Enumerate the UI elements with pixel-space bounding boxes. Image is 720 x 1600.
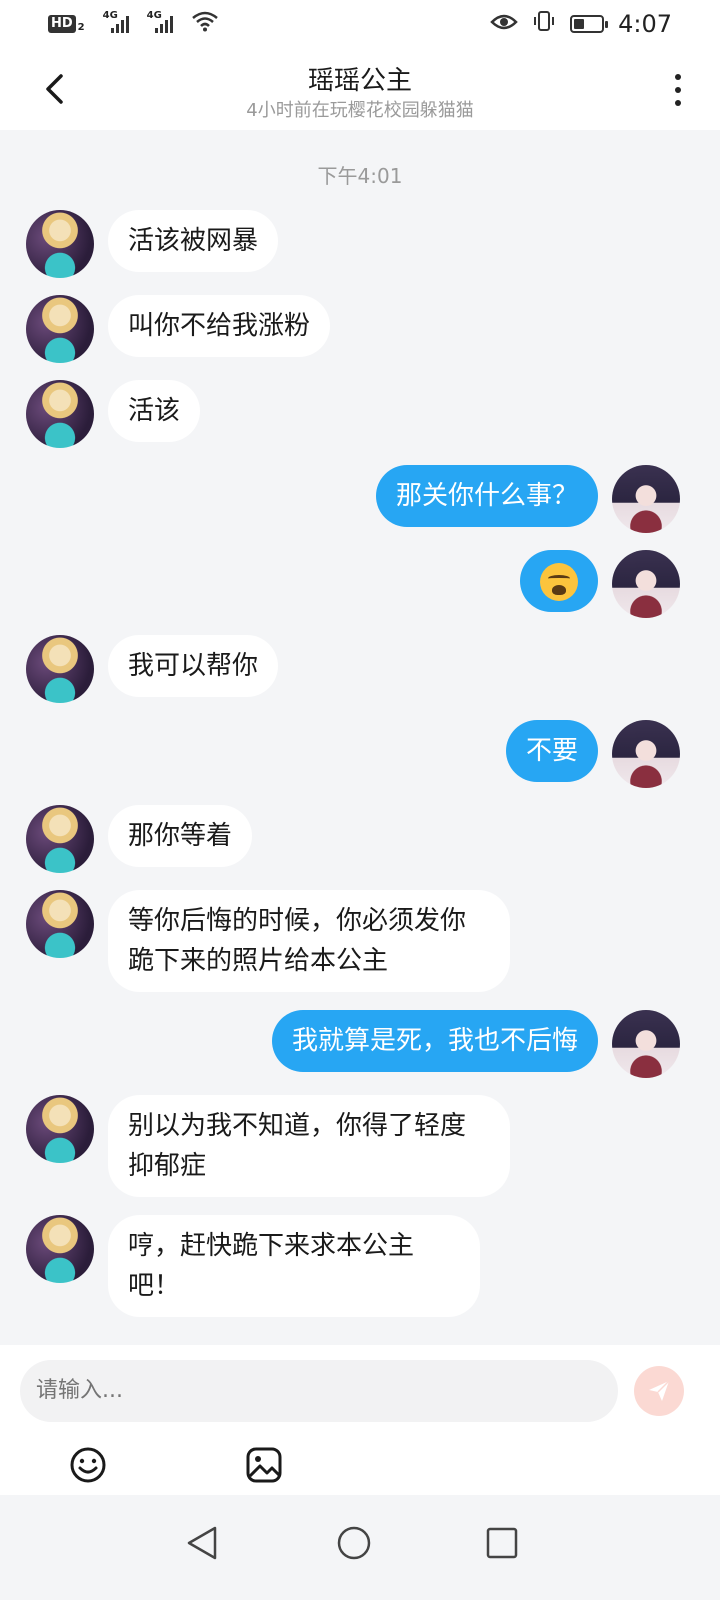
send-button[interactable] — [634, 1366, 684, 1416]
incoming-message[interactable]: 那你等着 — [108, 805, 253, 867]
contact-avatar[interactable] — [26, 805, 94, 873]
contact-avatar[interactable] — [26, 1215, 94, 1283]
chat-messages[interactable]: 下午4:01 活该被网暴 叫你不给我涨粉 活该 那关你什么事？ 我可以帮你 不要… — [0, 130, 720, 1345]
chat-header: 瑶瑶公主 4小时前在玩樱花校园躲猫猫 — [0, 48, 720, 130]
image-icon — [246, 1447, 282, 1483]
contact-avatar[interactable] — [26, 1095, 94, 1163]
status-left: HD 2 4G 4G — [48, 10, 219, 38]
network-label-1: 4G — [102, 9, 118, 21]
my-avatar[interactable] — [612, 720, 680, 788]
hd-indicator: HD 2 — [48, 15, 85, 33]
contact-status: 4小时前在玩樱花校园躲猫猫 — [246, 100, 474, 121]
outgoing-message[interactable]: 不要 — [505, 720, 598, 782]
wifi-icon — [191, 10, 219, 38]
outgoing-message[interactable]: 那关你什么事？ — [375, 465, 598, 527]
hd-sub: 2 — [77, 22, 85, 33]
battery-icon — [570, 15, 609, 33]
incoming-message[interactable]: 哼，赶快跪下来求本公主吧！ — [108, 1215, 480, 1317]
network-label-2: 4G — [146, 9, 162, 21]
send-icon — [649, 1380, 670, 1401]
system-navigation-bar — [0, 1495, 720, 1600]
nav-recents-button[interactable] — [482, 1523, 522, 1563]
my-avatar[interactable] — [612, 1010, 680, 1078]
contact-avatar[interactable] — [26, 210, 94, 278]
vibrate-icon — [532, 9, 556, 39]
my-avatar[interactable] — [612, 550, 680, 618]
outgoing-emoji-message[interactable] — [520, 550, 598, 612]
nav-back-button[interactable] — [182, 1523, 222, 1563]
image-button[interactable] — [244, 1445, 284, 1485]
outgoing-message[interactable]: 我就算是死，我也不后悔 — [271, 1010, 598, 1072]
nav-home-icon — [337, 1526, 371, 1560]
emoji-button[interactable] — [68, 1445, 108, 1485]
nav-home-button[interactable] — [334, 1523, 374, 1563]
contact-avatar[interactable] — [26, 380, 94, 448]
contact-avatar[interactable] — [26, 295, 94, 363]
nav-recents-icon — [486, 1527, 518, 1559]
incoming-message[interactable]: 活该被网暴 — [108, 210, 279, 272]
incoming-message[interactable]: 我可以帮你 — [108, 635, 279, 697]
contact-avatar[interactable] — [26, 890, 94, 958]
signal-icon-2: 4G — [147, 10, 173, 33]
message-input[interactable] — [20, 1360, 618, 1422]
eye-icon — [490, 10, 518, 38]
incoming-message[interactable]: 叫你不给我涨粉 — [108, 295, 331, 357]
input-bar — [0, 1345, 720, 1495]
more-vertical-icon — [675, 74, 681, 80]
contact-avatar[interactable] — [26, 635, 94, 703]
hd-label: HD — [48, 15, 76, 33]
contact-name: 瑶瑶公主 — [307, 66, 412, 96]
my-avatar[interactable] — [612, 465, 680, 533]
status-bar: HD 2 4G 4G 4:07 — [0, 0, 720, 48]
signal-icon-1: 4G — [103, 10, 129, 33]
more-options-button[interactable] — [666, 68, 690, 112]
status-time: 4:07 — [618, 10, 672, 38]
loudly-crying-face-icon — [540, 562, 578, 601]
status-right: 4:07 — [490, 9, 672, 39]
nav-back-icon — [187, 1526, 217, 1560]
emoji-icon — [70, 1447, 106, 1483]
incoming-message[interactable]: 等你后悔的时候，你必须发你跪下来的照片给本公主 — [108, 890, 510, 992]
message-timestamp: 下午4:01 — [317, 164, 403, 188]
incoming-message[interactable]: 活该 — [108, 380, 201, 442]
incoming-message[interactable]: 别以为我不知道，你得了轻度抑郁症 — [108, 1095, 510, 1197]
